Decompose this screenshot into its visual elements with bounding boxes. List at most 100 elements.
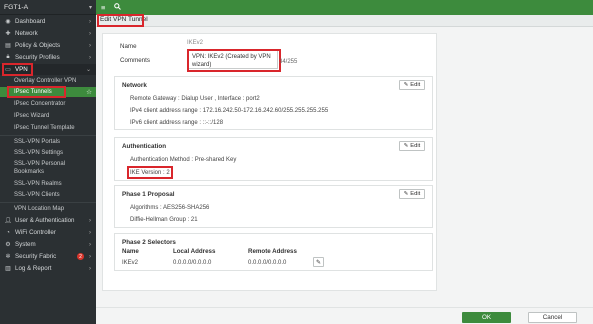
sidebar-sub-label: SSL-VPN Clients	[14, 192, 60, 198]
edit-network-button[interactable]: ✎ Edit	[399, 80, 425, 90]
chevron-right-icon: ›	[89, 265, 91, 272]
chevron-down-icon: ▾	[88, 4, 92, 11]
section-title: Phase 2 Selectors	[122, 239, 176, 246]
device-selector[interactable]: FGT1-A ▾	[0, 0, 96, 15]
name-value: IKEv2	[187, 40, 204, 46]
sidebar-sub-sslvpn-clients[interactable]: SSL-VPN Clients	[0, 190, 96, 200]
ipv6-range-text: IPv6 client address range : ::-::/128	[130, 120, 224, 126]
divider	[0, 202, 96, 203]
chevron-right-icon: ›	[89, 30, 91, 37]
chevron-right-icon: ›	[89, 217, 91, 224]
main-content: Name IKEv2 Comments VPN: IKEv2 (Created …	[96, 27, 593, 324]
sidebar-item-user-auth[interactable]: 👤︎ User & Authentication ›	[0, 215, 96, 226]
sidebar-sub-sslvpn-portals[interactable]: SSL-VPN Portals	[0, 137, 96, 147]
ok-button[interactable]: OK	[462, 312, 511, 323]
chevron-right-icon: ›	[89, 241, 91, 248]
network-section: Network ✎ Edit Remote Gateway : Dialup Us…	[114, 76, 433, 130]
highlight-box	[97, 14, 144, 27]
edit-label: Edit	[410, 82, 421, 88]
chevron-right-icon: ›	[89, 54, 91, 61]
highlight-box	[2, 63, 33, 76]
remote-gateway-text: Remote Gateway : Dialup User , Interface…	[130, 96, 260, 102]
table-cell: IKEv2	[122, 260, 139, 266]
table-cell: 0.0.0.0/0.0.0.0	[173, 260, 212, 266]
algorithms-text: Algorithms : AES256-SHA256	[130, 205, 210, 211]
dh-group-text: Diffie-Hellman Group : 21	[130, 217, 198, 223]
edit-selector-button[interactable]: ✎	[313, 257, 324, 267]
sidebar-sub-label: IPsec Concentrator	[14, 101, 66, 107]
user-icon: 👤︎	[4, 218, 12, 224]
comments-counter: 34/255	[279, 59, 298, 65]
sidebar-item-label: Policy & Objects	[15, 42, 61, 49]
sidebar-sub-ipsec-template[interactable]: IPsec Tunnel Template	[0, 123, 96, 133]
pencil-icon: ✎	[403, 191, 409, 197]
sidebar-item-label: Security Fabric	[15, 253, 57, 260]
edit-phase1-button[interactable]: ✎ Edit	[399, 189, 425, 199]
menu-icon[interactable]: ≡	[101, 3, 105, 12]
sidebar-item-security-profiles[interactable]: 🔒︎ Security Profiles ›	[0, 52, 96, 63]
sidebar-item-label: User & Authentication	[15, 217, 75, 224]
sidebar-sub-label: IPsec Wizard	[14, 113, 50, 119]
sidebar-sub-vpn-map[interactable]: VPN Location Map	[0, 204, 96, 214]
chevron-right-icon: ›	[89, 253, 91, 260]
edit-label: Edit	[410, 143, 421, 149]
section-title: Authentication	[122, 143, 167, 150]
highlight-box	[187, 49, 281, 72]
column-header: Name	[122, 248, 139, 255]
sidebar-sub-overlay[interactable]: Overlay Controller VPN	[0, 76, 96, 86]
device-name: FGT1-A	[4, 3, 29, 11]
notification-badge: 2	[77, 253, 84, 260]
sidebar-item-label: Log & Report	[15, 265, 52, 272]
authentication-section: Authentication ✎ Edit Authentication Meth…	[114, 137, 433, 181]
sidebar-sub-sslvpn-bookmarks[interactable]: SSL-VPN Personal Bookmarks	[0, 160, 96, 176]
sidebar-item-wifi[interactable]: ◔ WiFi Controller ›	[0, 227, 96, 238]
chart-icon: ▥	[5, 266, 11, 272]
phase2-section: Phase 2 Selectors Name Local Address Rem…	[114, 233, 433, 271]
sidebar-sub-ipsec-concentrator[interactable]: IPsec Concentrator	[0, 99, 96, 109]
edit-authentication-button[interactable]: ✎ Edit	[399, 141, 425, 151]
gear-icon: ⚙	[5, 242, 11, 248]
sidebar-item-policy[interactable]: ▤ Policy & Objects ›	[0, 40, 96, 51]
sidebar-sub-label: Overlay Controller VPN	[14, 78, 77, 84]
divider	[0, 135, 96, 136]
ipv4-range-text: IPv4 client address range : 172.16.242.5…	[130, 108, 329, 114]
table-cell: 0.0.0.0/0.0.0.0	[248, 260, 287, 266]
name-label: Name	[120, 43, 137, 50]
network-icon: ✚	[5, 31, 11, 37]
phase1-section: Phase 1 Proposal ✎ Edit Algorithms : AES2…	[114, 185, 433, 228]
top-bar: ≡	[96, 0, 593, 15]
sidebar-sub-label: SSL-VPN Personal Bookmarks	[14, 161, 66, 175]
sidebar-sub-sslvpn-realms[interactable]: SSL-VPN Realms	[0, 179, 96, 189]
dialog-footer: OK Cancel	[96, 307, 593, 324]
highlight-box	[7, 86, 66, 98]
highlight-box	[127, 166, 173, 179]
section-title: Network	[122, 82, 147, 89]
sidebar-item-label: Dashboard	[15, 18, 46, 25]
policy-icon: ▤	[5, 43, 11, 49]
sidebar-item-label: Network	[15, 30, 38, 37]
sidebar-item-security-fabric[interactable]: ✲ Security Fabric 2 ›	[0, 251, 96, 262]
sidebar-sub-ipsec-wizard[interactable]: IPsec Wizard	[0, 111, 96, 121]
column-header: Remote Address	[248, 248, 297, 255]
sidebar-item-network[interactable]: ✚ Network ›	[0, 28, 96, 39]
star-icon[interactable]: ☆	[86, 88, 92, 96]
auth-method-text: Authentication Method : Pre-shared Key	[130, 157, 237, 163]
edit-label: Edit	[410, 191, 421, 197]
sidebar-sub-sslvpn-settings[interactable]: SSL-VPN Settings	[0, 148, 96, 158]
sidebar-item-dashboard[interactable]: ◉ Dashboard ›	[0, 16, 96, 27]
sidebar-sub-label: SSL-VPN Settings	[14, 150, 64, 156]
comments-label: Comments	[120, 57, 150, 64]
cancel-button[interactable]: Cancel	[528, 312, 577, 323]
sidebar-sub-label: SSL-VPN Portals	[14, 139, 61, 145]
pencil-icon: ✎	[403, 143, 409, 149]
sidebar-item-label: System	[15, 241, 36, 248]
sidebar-item-log-report[interactable]: ▥ Log & Report ›	[0, 263, 96, 274]
sidebar-item-label: WiFi Controller	[15, 229, 56, 236]
lock-icon: 🔒︎	[6, 54, 10, 60]
section-title: Phase 1 Proposal	[122, 191, 175, 198]
sidebar: FGT1-A ▾ ◉ Dashboard › ✚ Network › ▤ Pol…	[0, 0, 96, 324]
search-icon[interactable]	[114, 3, 122, 12]
chevron-right-icon: ›	[89, 42, 91, 49]
wifi-icon: ◔	[6, 229, 10, 236]
sidebar-item-system[interactable]: ⚙ System ›	[0, 239, 96, 250]
